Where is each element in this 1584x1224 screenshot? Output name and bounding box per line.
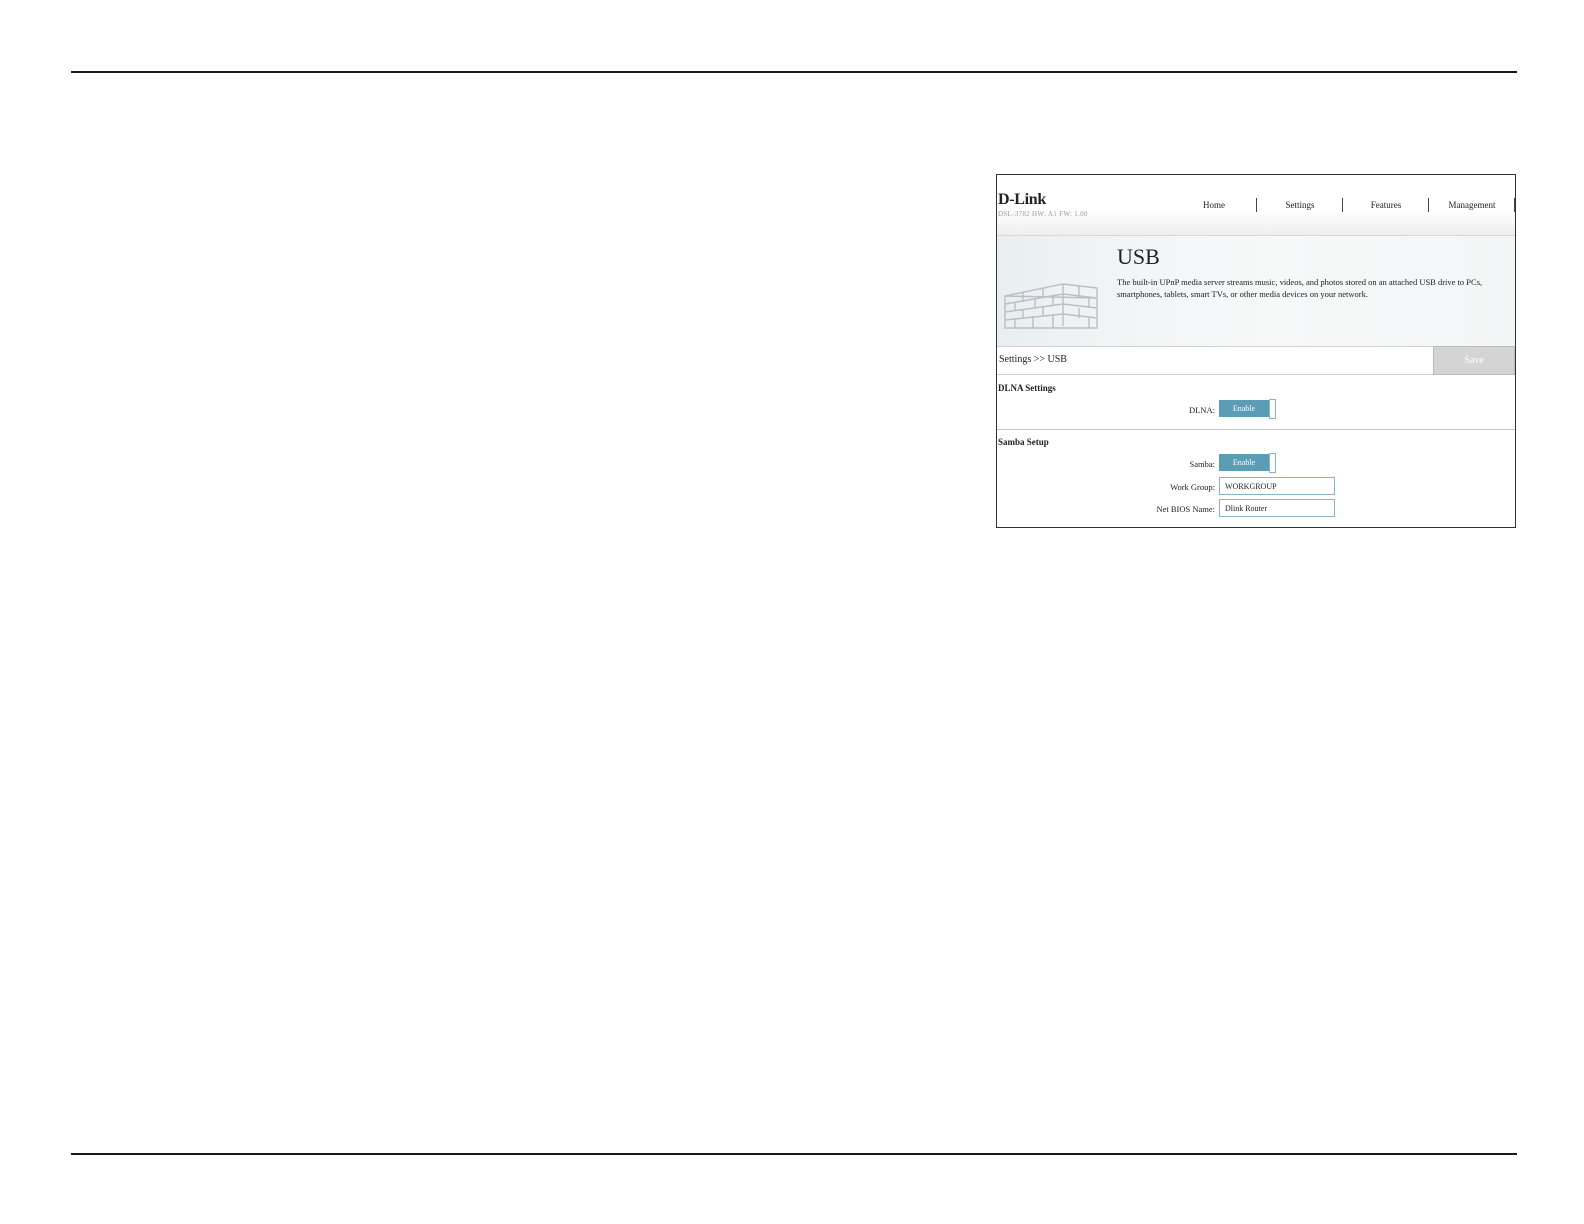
dlna-section-title: DLNA Settings — [998, 383, 1056, 393]
netbios-label: Net BIOS Name: — [1156, 504, 1215, 514]
manual-page: D-Link DSL-3782 HW: A1 FW: 1.00 Home Set… — [0, 0, 1584, 1224]
bottom-rule — [71, 1153, 1517, 1155]
samba-toggle[interactable]: Enable — [1219, 453, 1277, 473]
nav-settings[interactable]: Settings — [1257, 197, 1343, 213]
router-header: D-Link DSL-3782 HW: A1 FW: 1.00 Home Set… — [997, 175, 1515, 236]
main-nav: Home Settings Features Management — [1171, 197, 1515, 213]
brick-wall-icon — [1004, 283, 1098, 329]
breadcrumb-bar: Settings >> USB Save — [997, 346, 1515, 375]
breadcrumb: Settings >> USB — [999, 354, 1067, 365]
work-group-input[interactable] — [1219, 477, 1335, 495]
samba-section-title: Samba Setup — [998, 437, 1049, 447]
router-screenshot: D-Link DSL-3782 HW: A1 FW: 1.00 Home Set… — [996, 174, 1516, 528]
dlna-label: DLNA: — [1189, 405, 1215, 415]
page-banner: USB The built-in UPnP media server strea… — [997, 236, 1515, 346]
dlink-logo: D-Link — [998, 191, 1046, 208]
save-button[interactable]: Save — [1433, 346, 1515, 375]
section-divider — [997, 429, 1515, 430]
samba-label: Samba: — [1189, 459, 1216, 469]
dlna-toggle-knob[interactable] — [1269, 399, 1276, 419]
netbios-name-input[interactable] — [1219, 499, 1335, 517]
work-group-label: Work Group: — [1170, 482, 1215, 492]
nav-features[interactable]: Features — [1343, 197, 1429, 213]
dlna-toggle[interactable]: Enable — [1219, 399, 1277, 419]
nav-management[interactable]: Management — [1429, 197, 1515, 213]
nav-home[interactable]: Home — [1171, 197, 1257, 213]
page-description: The built-in UPnP media server streams m… — [1117, 277, 1483, 299]
top-rule — [71, 71, 1517, 73]
page-title: USB — [1117, 244, 1160, 269]
samba-toggle-state: Enable — [1219, 454, 1269, 471]
dlna-toggle-state: Enable — [1219, 400, 1269, 417]
samba-toggle-knob[interactable] — [1269, 453, 1276, 473]
model-info: DSL-3782 HW: A1 FW: 1.00 — [998, 210, 1088, 218]
